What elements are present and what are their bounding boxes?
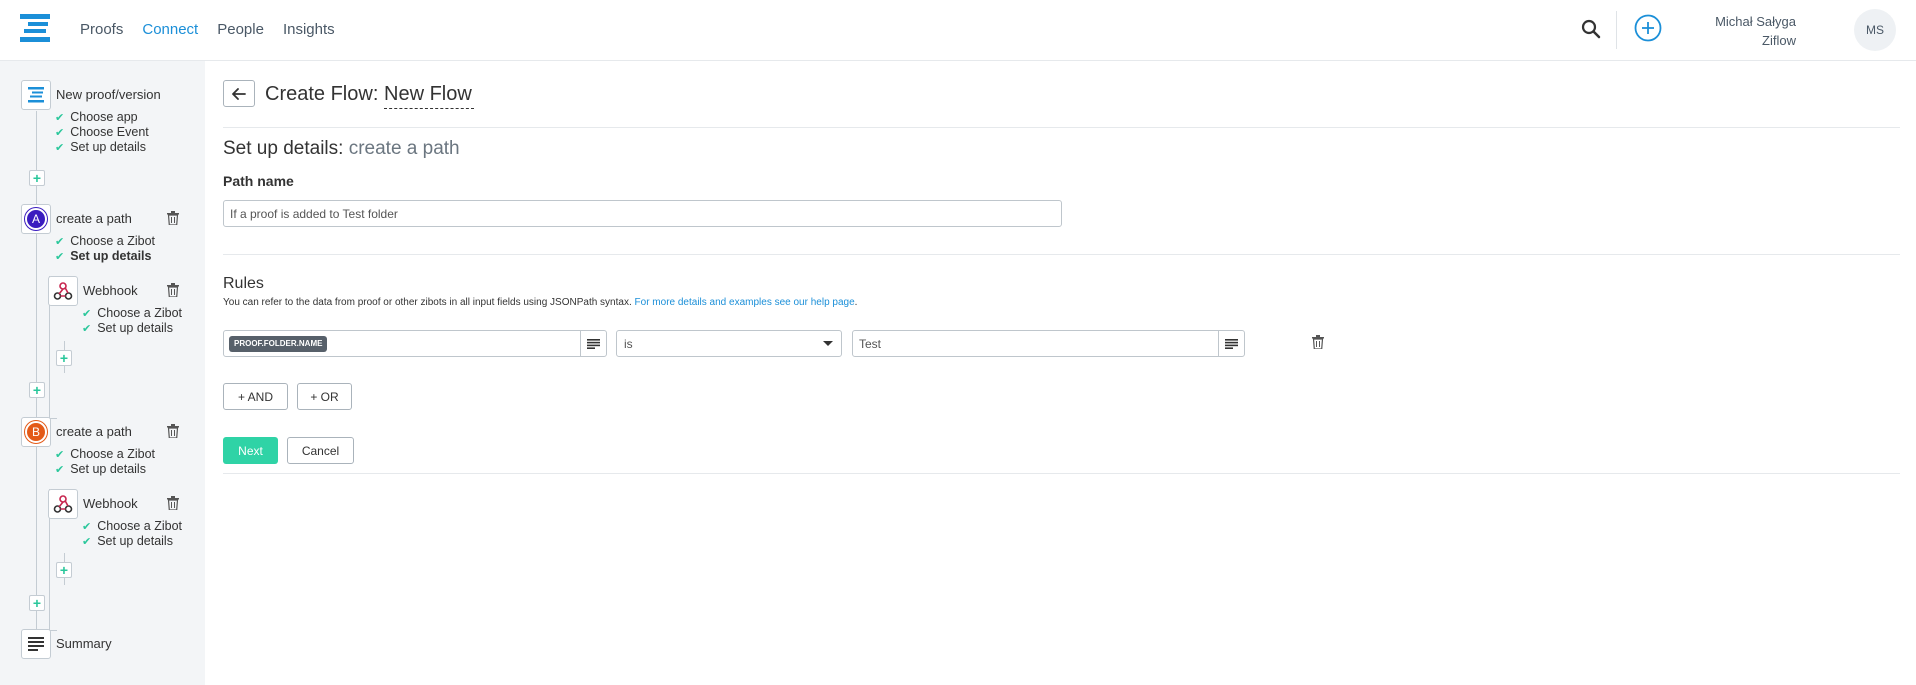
avatar[interactable]: MS <box>1854 9 1896 51</box>
arrow-left-icon <box>232 87 246 100</box>
chevron-down-icon <box>823 341 833 346</box>
path-a-title[interactable]: create a path <box>56 211 132 226</box>
webhook-b-step-icon[interactable] <box>48 489 78 519</box>
trash-icon[interactable] <box>167 211 179 225</box>
check-icon: ✔ <box>55 142 65 154</box>
top-header: Proofs Connect People Insights Michał Sa… <box>0 0 1916 61</box>
path-name-input[interactable] <box>223 200 1062 227</box>
section-subtitle: create a path <box>348 138 460 159</box>
add-step-button[interactable]: + <box>56 562 72 578</box>
user-name[interactable]: Michał Sałyga <box>1715 14 1796 29</box>
header-divider <box>1616 11 1617 49</box>
divider <box>223 127 1900 128</box>
check-item-active[interactable]: ✔ Set up details <box>55 249 152 263</box>
section-title: Set up details: create a path <box>223 138 460 159</box>
path-a-badge: A <box>25 208 47 230</box>
webhook-icon <box>53 495 73 513</box>
trash-icon[interactable] <box>167 424 179 438</box>
rule-operator-select[interactable]: is <box>616 330 842 357</box>
check-icon: ✔ <box>82 536 92 548</box>
value-picker-button[interactable] <box>1218 331 1244 356</box>
main-nav: Proofs Connect People Insights <box>80 0 354 58</box>
rules-title: Rules <box>223 275 264 292</box>
path-b-step-icon[interactable]: B <box>21 417 51 447</box>
add-circle-icon[interactable] <box>1634 14 1662 42</box>
spine-line <box>36 111 37 631</box>
check-item[interactable]: ✔ Set up details <box>82 534 173 548</box>
rule-value-input[interactable]: Test <box>852 330 1245 357</box>
check-item[interactable]: ✔ Set up details <box>55 462 146 476</box>
align-left-icon <box>587 338 600 349</box>
flow-name-editable[interactable]: New Flow <box>384 83 474 109</box>
add-or-button[interactable]: + OR <box>297 383 352 410</box>
path-b-title[interactable]: create a path <box>56 424 132 439</box>
divider <box>223 254 1900 255</box>
check-item[interactable]: ✔ Choose a Zibot <box>82 519 182 533</box>
field-token[interactable]: PROOF.FOLDER.NAME <box>229 336 328 352</box>
page-title: Create Flow: <box>265 83 379 105</box>
cancel-button[interactable]: Cancel <box>287 437 354 464</box>
path-name-label: Path name <box>223 173 294 189</box>
list-icon <box>28 637 44 651</box>
check-icon: ✔ <box>55 449 65 461</box>
ziflow-step-icon <box>28 87 44 103</box>
path-b-badge: B <box>25 421 47 443</box>
user-organization: Ziflow <box>1762 33 1796 48</box>
add-step-button[interactable]: + <box>29 382 45 398</box>
webhook-b-title[interactable]: Webhook <box>83 496 138 511</box>
check-icon: ✔ <box>55 464 65 476</box>
check-icon: ✔ <box>82 521 92 533</box>
check-item[interactable]: ✔ Choose a Zibot <box>55 447 155 461</box>
nav-proofs[interactable]: Proofs <box>80 21 123 38</box>
next-button[interactable]: Next <box>223 437 278 464</box>
check-item[interactable]: ✔ Choose app <box>55 110 138 124</box>
check-icon: ✔ <box>55 127 65 139</box>
summary-title[interactable]: Summary <box>56 636 112 651</box>
webhook-a-step-icon[interactable] <box>48 276 78 306</box>
nav-people[interactable]: People <box>217 21 264 38</box>
check-item[interactable]: ✔ Choose a Zibot <box>55 234 155 248</box>
trash-icon[interactable] <box>167 496 179 510</box>
trash-icon[interactable] <box>167 283 179 297</box>
back-button[interactable] <box>223 80 255 107</box>
check-icon: ✔ <box>55 236 65 248</box>
check-item[interactable]: ✔ Choose Event <box>55 125 149 139</box>
check-item[interactable]: ✔ Choose a Zibot <box>82 306 182 320</box>
rule-value: Test <box>859 337 882 351</box>
add-step-button[interactable]: + <box>29 170 45 186</box>
check-icon: ✔ <box>82 323 92 335</box>
check-item[interactable]: ✔ Set up details <box>55 140 146 154</box>
check-item[interactable]: ✔ Set up details <box>82 321 173 335</box>
trigger-step-icon[interactable] <box>21 80 51 110</box>
add-and-button[interactable]: + AND <box>223 383 288 410</box>
align-left-icon <box>1225 338 1238 349</box>
rule-field-input[interactable]: PROOF.FOLDER.NAME <box>223 330 607 357</box>
search-icon[interactable] <box>1580 18 1602 40</box>
trigger-step-title[interactable]: New proof/version <box>56 87 161 102</box>
webhook-a-title[interactable]: Webhook <box>83 283 138 298</box>
webhook-icon <box>53 282 73 300</box>
path-a-step-icon[interactable]: A <box>21 204 51 234</box>
add-step-button[interactable]: + <box>29 595 45 611</box>
check-icon: ✔ <box>82 308 92 320</box>
check-icon: ✔ <box>55 251 65 263</box>
ziflow-logo-icon[interactable] <box>20 14 50 44</box>
help-page-link[interactable]: For more details and examples see our he… <box>635 297 855 308</box>
rules-help-text: You can refer to the data from proof or … <box>223 297 858 308</box>
nav-insights[interactable]: Insights <box>283 21 335 38</box>
trash-icon[interactable] <box>1312 335 1324 349</box>
operator-value: is <box>624 337 633 351</box>
divider <box>223 473 1900 474</box>
summary-step-icon[interactable] <box>21 629 51 659</box>
field-picker-button[interactable] <box>580 331 606 356</box>
flow-steps-sidebar: New proof/version ✔ Choose app ✔ Choose Ev… <box>0 61 205 685</box>
add-step-button[interactable]: + <box>56 350 72 366</box>
nav-connect[interactable]: Connect <box>142 21 198 38</box>
check-icon: ✔ <box>55 112 65 124</box>
